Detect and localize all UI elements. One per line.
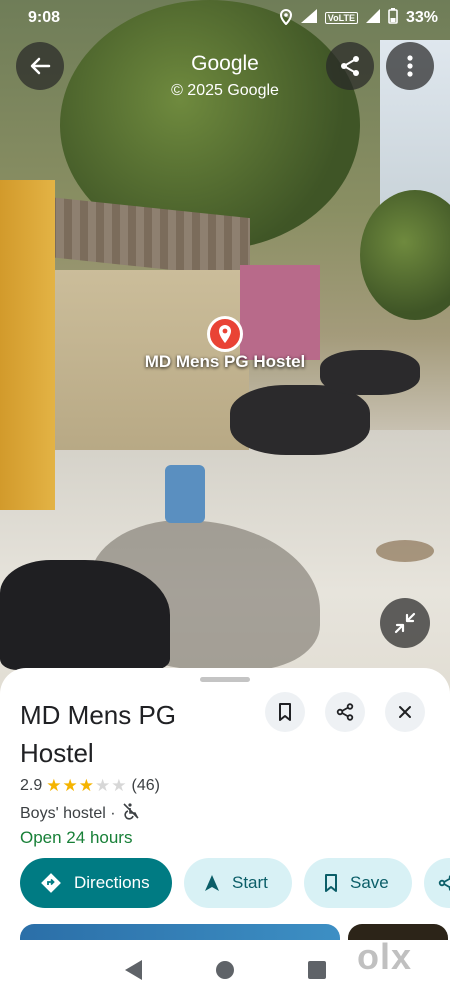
bookmark-icon [279, 703, 291, 721]
blue-drum [165, 465, 205, 523]
rating-row[interactable]: 2.9 ★★★★★ (46) [20, 776, 160, 796]
street-view-header: Google © 2025 Google [0, 52, 450, 100]
motorbike [230, 385, 370, 455]
header-title: Google [191, 52, 259, 75]
close-button[interactable] [385, 692, 425, 732]
star-icon: ★ [78, 776, 95, 795]
battery-icon [388, 7, 398, 29]
header-copyright: © 2025 Google [171, 82, 279, 99]
save-button[interactable]: Save [304, 858, 412, 908]
review-count: (46) [131, 777, 160, 794]
place-photo[interactable] [20, 924, 340, 940]
place-marker[interactable] [207, 316, 243, 352]
close-icon [399, 706, 411, 718]
action-chips: Directions Start Save [20, 858, 450, 908]
more-vert-icon [407, 55, 413, 77]
manhole [376, 540, 434, 562]
location-pin-icon [219, 325, 231, 343]
signal-icon [300, 8, 317, 28]
olx-watermark: olx [356, 936, 412, 977]
navigation-icon [205, 875, 219, 891]
star-icon: ★ [46, 776, 63, 795]
place-details-sheet[interactable]: MD Mens PG Hostel 2.9 ★★★★★ (46) Boys' h… [0, 668, 450, 940]
start-button[interactable]: Start [184, 858, 292, 908]
battery-percent: 33% [405, 9, 438, 26]
nav-recents-icon[interactable] [307, 961, 326, 979]
status-time: 9:08 [28, 9, 61, 26]
volte-badge: VoLTE [324, 12, 358, 24]
nav-home-icon[interactable] [215, 961, 234, 979]
collapse-button[interactable] [380, 598, 430, 648]
nav-back-icon[interactable] [124, 960, 142, 980]
bookmark-icon [325, 874, 337, 892]
directions-button[interactable]: Directions [20, 858, 172, 908]
pink-building [240, 265, 320, 360]
share-icon [336, 703, 354, 721]
drag-handle[interactable] [200, 677, 250, 682]
star-icon: ★ [111, 776, 128, 795]
bookmark-button[interactable] [265, 692, 305, 732]
rating-stars: ★★★★★ [46, 776, 127, 796]
status-bar: 9:08 VoLTE 33% [0, 0, 450, 36]
share-icon [438, 875, 450, 891]
star-icon: ★ [62, 776, 79, 795]
location-icon [279, 8, 293, 28]
share-button[interactable] [326, 42, 374, 90]
not-wheelchair-accessible-icon [122, 802, 140, 825]
yellow-wall [0, 180, 55, 510]
share-place-button[interactable] [325, 692, 365, 732]
start-label: Start [232, 873, 268, 892]
tree [360, 190, 450, 320]
share-chip[interactable] [424, 858, 450, 908]
scooter [0, 560, 170, 670]
rating-value: 2.9 [20, 777, 43, 794]
fullscreen-exit-icon [394, 612, 416, 634]
directions-icon [41, 873, 61, 893]
category-row: Boys' hostel · [20, 802, 140, 825]
more-options-button[interactable] [386, 42, 434, 90]
save-label: Save [350, 873, 389, 892]
opening-hours[interactable]: Open 24 hours [20, 828, 132, 848]
place-marker-label[interactable]: MD Mens PG Hostel [0, 352, 450, 372]
place-category: Boys' hostel · [20, 804, 116, 822]
signal-icon [365, 8, 380, 28]
place-title: MD Mens PG Hostel [20, 700, 177, 768]
directions-label: Directions [74, 873, 150, 892]
star-icon: ★ [95, 776, 112, 795]
share-icon [341, 56, 359, 76]
